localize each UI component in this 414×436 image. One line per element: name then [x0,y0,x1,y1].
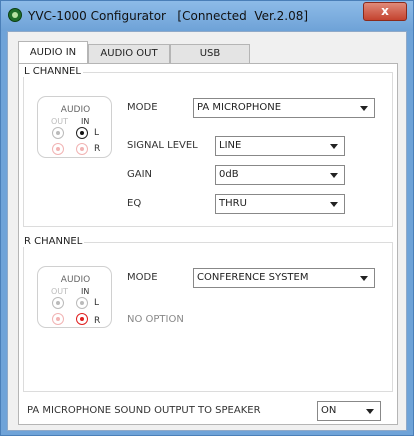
l-out-r-radio[interactable] [52,143,64,155]
r-row-label: R [94,144,101,154]
chevron-down-icon [330,202,338,207]
audio-title: AUDIO [60,105,91,115]
signal-level-value: LINE [219,140,242,151]
speaker-output-value: ON [321,405,337,416]
l-mode-select[interactable]: PA MICROPHONE [193,98,375,118]
gain-value: 0dB [219,169,239,180]
r-audio-routing-box: AUDIO OUT IN L R [37,266,112,328]
no-option-label: NO OPTION [127,314,184,325]
r-out-l-radio[interactable] [52,297,64,309]
l-in-r-radio[interactable] [76,143,88,155]
r-mode-select[interactable]: CONFERENCE SYSTEM [193,268,375,288]
r-in-r-radio[interactable] [76,313,88,325]
audio-in-panel: L CHANNEL AUDIO OUT IN L R MODE PA MICRO… [18,63,398,425]
r-channel-label: R CHANNEL [22,236,85,247]
chevron-down-icon [330,173,338,178]
eq-select[interactable]: THRU [215,194,345,214]
tab-audio-out[interactable]: AUDIO OUT [88,44,170,63]
l-mode-label: MODE [127,102,158,113]
speaker-output-label: PA MICROPHONE SOUND OUTPUT TO SPEAKER [27,405,261,416]
audio-out-label: OUT [51,287,69,296]
eq-value: THRU [219,198,247,209]
audio-in-label: IN [81,117,90,126]
chevron-down-icon [360,106,368,111]
audio-in-label: IN [81,287,90,296]
l-channel-label: L CHANNEL [22,66,83,77]
chevron-down-icon [366,409,374,414]
signal-level-label: SIGNAL LEVEL [127,140,198,151]
client-area: AUDIO IN AUDIO OUT USB L CHANNEL AUDIO O… [7,31,407,431]
configurator-window: YVC-1000 Configurator [Connected Ver.2.0… [0,0,414,436]
l-row-label: L [94,298,100,308]
audio-title: AUDIO [60,275,91,285]
gain-label: GAIN [127,169,153,180]
close-button[interactable]: x [363,2,407,21]
eq-label: EQ [127,198,142,209]
r-in-l-radio[interactable] [76,297,88,309]
tab-usb[interactable]: USB [170,44,250,63]
l-in-l-radio[interactable] [76,127,88,139]
r-out-r-radio[interactable] [52,313,64,325]
app-icon [8,8,22,22]
l-row-label: L [94,128,100,138]
speaker-output-select[interactable]: ON [317,401,381,421]
window-title: YVC-1000 Configurator [Connected Ver.2.0… [28,9,309,23]
chevron-down-icon [330,144,338,149]
l-audio-routing-box: AUDIO OUT IN L R [37,96,112,158]
tab-audio-in[interactable]: AUDIO IN [18,41,88,64]
r-mode-label: MODE [127,272,158,283]
title-bar[interactable]: YVC-1000 Configurator [Connected Ver.2.0… [1,1,413,31]
l-mode-value: PA MICROPHONE [197,102,282,113]
l-out-l-radio[interactable] [52,127,64,139]
r-row-label: R [94,316,101,326]
signal-level-select[interactable]: LINE [215,136,345,156]
gain-select[interactable]: 0dB [215,165,345,185]
r-mode-value: CONFERENCE SYSTEM [197,272,309,283]
chevron-down-icon [360,276,368,281]
audio-out-label: OUT [51,117,69,126]
